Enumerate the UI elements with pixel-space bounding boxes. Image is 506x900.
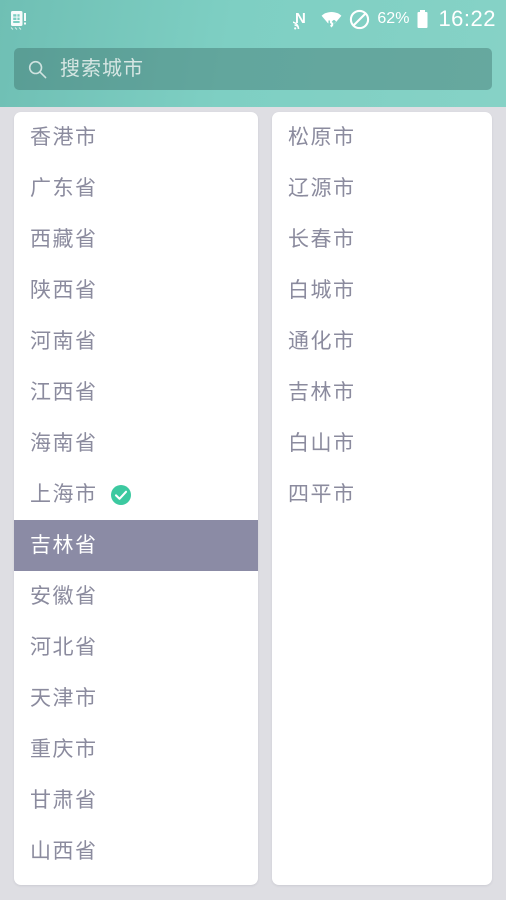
province-list-item-label: 河北省 [30, 636, 98, 659]
search-input-placeholder[interactable]: 搜索城市 [60, 59, 144, 79]
city-list-item-label: 白城市 [288, 279, 356, 302]
search-icon [28, 60, 47, 79]
city-list-item-label: 辽源市 [288, 177, 356, 200]
check-circle-icon [110, 484, 132, 506]
province-list-item[interactable]: 山西省 [14, 826, 258, 877]
province-list-item-label: 海南省 [30, 432, 98, 455]
province-list-item-label: 西藏省 [30, 228, 98, 251]
province-list-item[interactable]: 陕西省 [14, 265, 258, 316]
province-list-item-label: 重庆市 [30, 738, 98, 761]
search-bar[interactable]: 搜索城市 [14, 48, 492, 90]
status-bar: N 62% 16:22 [0, 0, 506, 38]
city-list-card: 松原市辽源市长春市白城市通化市吉林市白山市四平市 [272, 112, 492, 885]
battery-icon [416, 9, 429, 30]
city-list-item-label: 松原市 [288, 126, 356, 149]
status-bar-left [10, 9, 27, 30]
sim-card-icon [10, 9, 27, 30]
province-list-item[interactable]: 香港市 [14, 112, 258, 163]
selection-columns: 香港市广东省西藏省陕西省河南省江西省海南省上海市吉林省安徽省河北省天津市重庆市甘… [0, 112, 506, 900]
province-list-item[interactable]: 上海市 [14, 469, 258, 520]
province-list-item-label: 江西省 [30, 381, 98, 404]
province-list-item[interactable]: 重庆市 [14, 724, 258, 775]
province-list-item[interactable]: 江西省 [14, 367, 258, 418]
province-list-item[interactable]: 广东省 [14, 163, 258, 214]
province-list-item-label: 香港市 [30, 126, 98, 149]
province-list-item[interactable]: 河北省 [14, 622, 258, 673]
wifi-icon [321, 8, 342, 30]
city-list-item-label: 吉林市 [288, 381, 356, 404]
province-list-item-label: 山西省 [30, 840, 98, 863]
province-list-item[interactable]: 海南省 [14, 418, 258, 469]
province-list-item-label: 吉林省 [30, 534, 98, 557]
app-header: N 62% 16:22 搜索城市 [0, 0, 506, 107]
province-list-item-label: 安徽省 [30, 585, 98, 608]
province-list-item-label: 广东省 [30, 177, 98, 200]
city-list-item[interactable]: 白城市 [272, 265, 492, 316]
province-list-item[interactable]: 西藏省 [14, 214, 258, 265]
nfc-icon: N [291, 9, 314, 30]
city-list-item[interactable]: 四平市 [272, 469, 492, 520]
province-list-item-label: 上海市 [30, 483, 98, 506]
do-not-disturb-icon [349, 9, 370, 30]
province-list-card: 香港市广东省西藏省陕西省河南省江西省海南省上海市吉林省安徽省河北省天津市重庆市甘… [14, 112, 258, 885]
province-list-item-label: 河南省 [30, 330, 98, 353]
province-list[interactable]: 香港市广东省西藏省陕西省河南省江西省海南省上海市吉林省安徽省河北省天津市重庆市甘… [14, 112, 258, 877]
search-field[interactable]: 搜索城市 [14, 48, 492, 90]
province-list-item-label: 天津市 [30, 687, 98, 710]
city-list-item-label: 白山市 [288, 432, 356, 455]
city-list-item-label: 通化市 [288, 330, 356, 353]
province-list-item[interactable]: 吉林省 [14, 520, 258, 571]
city-list-item[interactable]: 白山市 [272, 418, 492, 469]
city-list-item[interactable]: 吉林市 [272, 367, 492, 418]
battery-percent-label: 62% [377, 10, 410, 27]
province-list-item-label: 甘肃省 [30, 789, 98, 812]
city-list[interactable]: 松原市辽源市长春市白城市通化市吉林市白山市四平市 [272, 112, 492, 520]
city-list-item[interactable]: 松原市 [272, 112, 492, 163]
province-list-item-label: 陕西省 [30, 279, 98, 302]
city-list-item-label: 长春市 [288, 228, 356, 251]
city-list-item-label: 四平市 [288, 483, 356, 506]
province-list-item[interactable]: 天津市 [14, 673, 258, 724]
city-list-item[interactable]: 长春市 [272, 214, 492, 265]
status-bar-right: N 62% 16:22 [291, 6, 496, 32]
status-bar-clock: 16:22 [438, 6, 496, 31]
city-list-item[interactable]: 通化市 [272, 316, 492, 367]
city-list-item[interactable]: 辽源市 [272, 163, 492, 214]
province-list-item[interactable]: 安徽省 [14, 571, 258, 622]
province-list-item[interactable]: 河南省 [14, 316, 258, 367]
province-list-item[interactable]: 甘肃省 [14, 775, 258, 826]
